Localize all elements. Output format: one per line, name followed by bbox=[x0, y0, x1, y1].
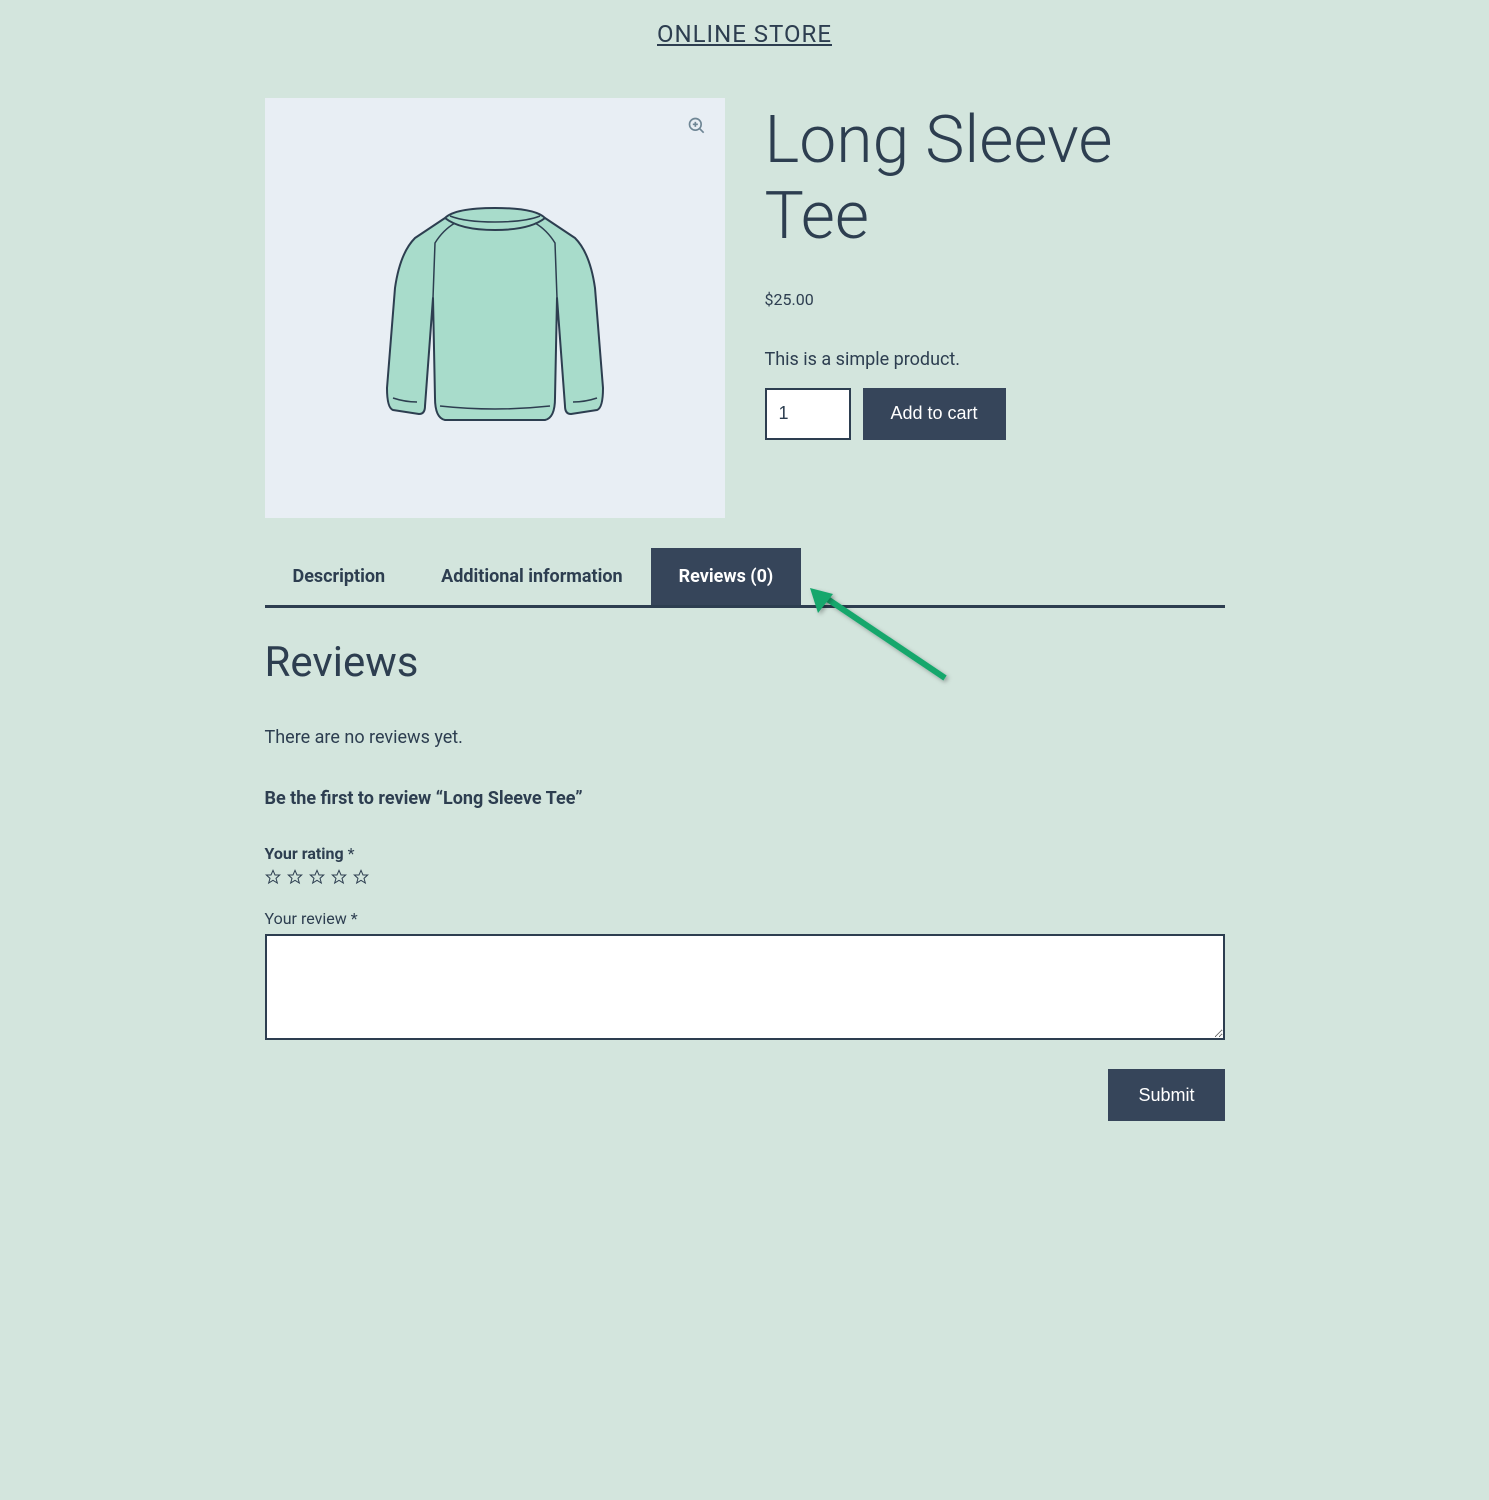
star-5-icon[interactable] bbox=[353, 869, 369, 885]
zoom-icon[interactable] bbox=[687, 116, 707, 136]
product-details: Long Sleeve Tee $25.00 This is a simple … bbox=[765, 98, 1225, 518]
submit-button[interactable]: Submit bbox=[1108, 1069, 1224, 1121]
review-prompt: Be the first to review “Long Sleeve Tee” bbox=[265, 788, 1225, 809]
reviews-heading: Reviews bbox=[265, 638, 1225, 687]
star-2-icon[interactable] bbox=[287, 869, 303, 885]
review-textarea[interactable] bbox=[265, 934, 1225, 1040]
product-title: Long Sleeve Tee bbox=[765, 103, 1225, 255]
cart-row: Add to cart bbox=[765, 388, 1225, 440]
product-image[interactable] bbox=[345, 158, 645, 458]
product-image-container bbox=[265, 98, 725, 518]
tab-reviews[interactable]: Reviews (0) bbox=[651, 548, 802, 605]
rating-label: Your rating * bbox=[265, 844, 1225, 863]
star-3-icon[interactable] bbox=[309, 869, 325, 885]
submit-row: Submit bbox=[265, 1069, 1225, 1121]
no-reviews-text: There are no reviews yet. bbox=[265, 727, 1225, 748]
star-4-icon[interactable] bbox=[331, 869, 347, 885]
tab-additional-info[interactable]: Additional information bbox=[413, 548, 650, 605]
product-section: Long Sleeve Tee $25.00 This is a simple … bbox=[265, 98, 1225, 518]
product-description: This is a simple product. bbox=[765, 349, 1225, 370]
add-to-cart-button[interactable]: Add to cart bbox=[863, 388, 1006, 440]
quantity-input[interactable] bbox=[765, 388, 851, 440]
store-title[interactable]: ONLINE STORE bbox=[265, 20, 1225, 48]
reviews-section: Reviews There are no reviews yet. Be the… bbox=[265, 608, 1225, 1121]
star-1-icon[interactable] bbox=[265, 869, 281, 885]
tabs-container: Description Additional information Revie… bbox=[265, 548, 1225, 608]
review-label: Your review * bbox=[265, 909, 1225, 928]
product-price: $25.00 bbox=[765, 290, 1225, 309]
tab-description[interactable]: Description bbox=[265, 548, 414, 605]
star-rating bbox=[265, 869, 1225, 885]
